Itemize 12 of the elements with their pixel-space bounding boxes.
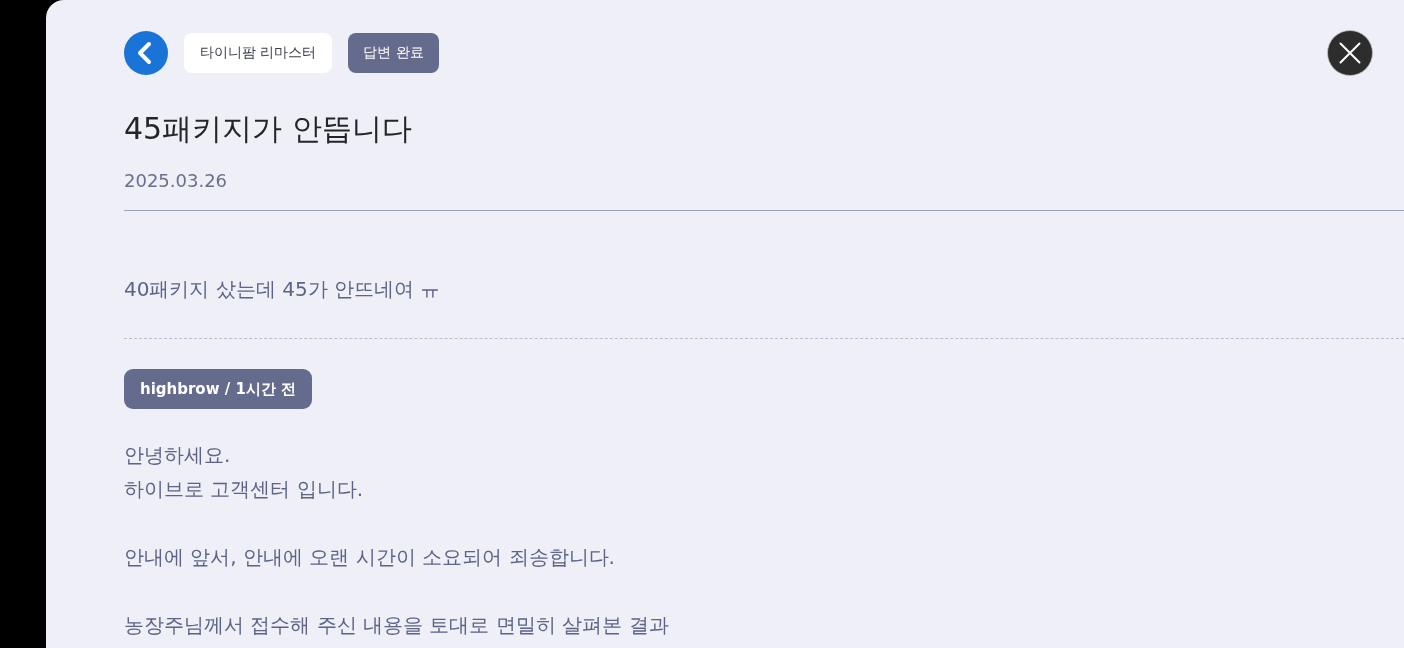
answer-text: 하이브로 고객센터 입니다. [124, 476, 364, 503]
answer-text: 농장주님께서 접수해 주신 내용을 토대로 면밀히 살펴본 결과 [124, 612, 669, 639]
answer-text: 안내에 앞서, 안내에 오랜 시간이 소요되어 죄송합니다. [124, 544, 615, 571]
game-chip: 타이니팜 리마스터 [184, 33, 333, 73]
question-date: 2025.03.26 [124, 169, 228, 193]
status-badge: 답변 완료 [348, 33, 439, 73]
author-tag: highbrow / 1시간 전 [124, 369, 313, 409]
back-icon[interactable] [124, 31, 168, 75]
question-text: 40패키지 샀는데 45가 안뜨네여 ㅠ [124, 276, 441, 303]
question-title: 45패키지가 안뜹니다 [124, 110, 412, 148]
close-icon[interactable] [1327, 30, 1373, 76]
answer-text: 안녕하세요. [124, 442, 231, 469]
